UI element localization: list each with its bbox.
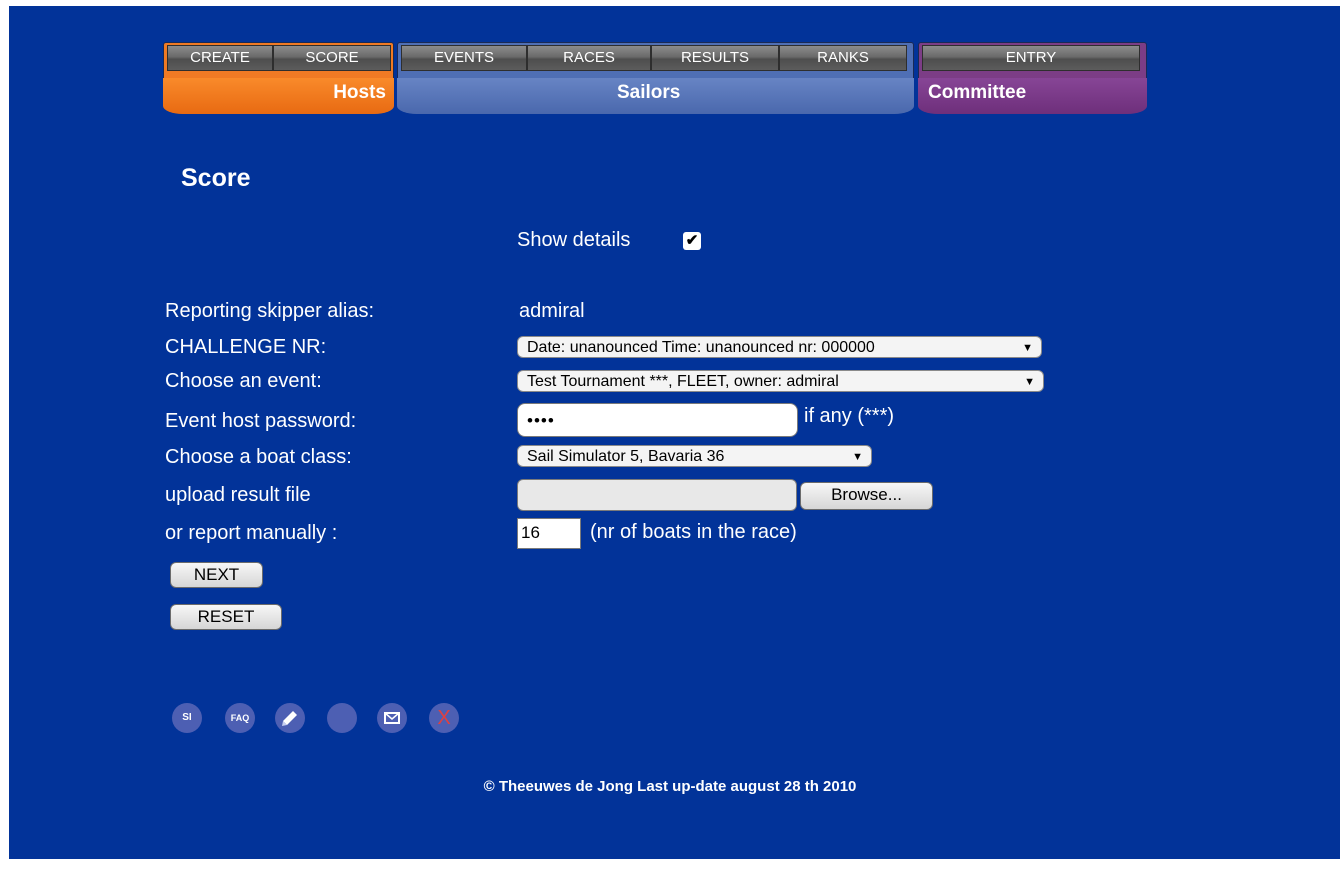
edit-icon[interactable] — [275, 703, 305, 733]
footer-copyright: © Theeuwes de Jong Last up-date august 2… — [483, 778, 857, 795]
upload-file-field[interactable] — [517, 479, 797, 511]
blank-icon[interactable] — [327, 703, 357, 733]
chevron-down-icon: ▼ — [1022, 342, 1033, 354]
challenge-select-value: Date: unanounced Time: unanounced nr: 00… — [527, 339, 875, 356]
next-button[interactable]: NEXT — [170, 562, 263, 588]
tab-results[interactable]: RESULTS — [651, 45, 779, 71]
browse-button[interactable]: Browse... — [800, 482, 933, 510]
boat-class-select[interactable]: Sail Simulator 5, Bavaria 36 ▼ — [517, 445, 872, 467]
reset-button[interactable]: RESET — [170, 604, 282, 630]
password-field[interactable]: •••• — [517, 403, 798, 437]
skipper-label: Reporting skipper alias: — [165, 300, 374, 322]
close-icon[interactable]: X — [429, 703, 459, 733]
mail-icon-svg — [384, 712, 400, 724]
page-title: Score — [181, 164, 251, 192]
skipper-value: admiral — [519, 300, 585, 322]
manual-hint: (nr of boats in the race) — [590, 521, 797, 543]
nav-label-sailors[interactable]: Sailors — [617, 82, 680, 104]
upload-label: upload result file — [165, 484, 311, 506]
event-label: Choose an event: — [165, 370, 322, 392]
tab-ranks[interactable]: RANKS — [779, 45, 907, 71]
faq-icon[interactable]: FAQ — [225, 703, 255, 733]
boat-class-label: Choose a boat class: — [165, 446, 352, 468]
boat-class-select-value: Sail Simulator 5, Bavaria 36 — [527, 448, 725, 465]
si-icon[interactable]: SI — [172, 703, 202, 733]
nav-label-hosts[interactable]: Hosts — [333, 82, 386, 104]
show-details-checkbox[interactable]: ✔ — [683, 232, 701, 250]
nav-group-hosts: CREATE SCORE Hosts — [163, 42, 394, 116]
tab-races[interactable]: RACES — [527, 45, 651, 71]
event-select[interactable]: Test Tournament ***, FLEET, owner: admir… — [517, 370, 1044, 392]
tab-score[interactable]: SCORE — [273, 45, 391, 71]
tab-events[interactable]: EVENTS — [401, 45, 527, 71]
password-hint: if any (***) — [804, 405, 895, 427]
boat-count-field[interactable]: 16 — [517, 518, 581, 549]
edit-icon-svg — [282, 711, 297, 726]
challenge-select[interactable]: Date: unanounced Time: unanounced nr: 00… — [517, 336, 1042, 358]
event-select-value: Test Tournament ***, FLEET, owner: admir… — [527, 373, 839, 390]
tab-entry[interactable]: ENTRY — [922, 45, 1140, 71]
challenge-label: CHALLENGE NR: — [165, 336, 327, 358]
nav-group-committee: ENTRY Committee — [918, 42, 1147, 116]
mail-icon[interactable] — [377, 703, 407, 733]
nav-group-sailors: EVENTS RACES RESULTS RANKS Sailors — [397, 42, 914, 116]
manual-label: or report manually : — [165, 522, 338, 544]
nav-label-committee[interactable]: Committee — [928, 82, 1026, 104]
tab-create[interactable]: CREATE — [167, 45, 273, 71]
chevron-down-icon: ▼ — [1024, 376, 1035, 388]
chevron-down-icon: ▼ — [852, 451, 863, 463]
password-label: Event host password: — [165, 410, 357, 432]
show-details-label: Show details — [517, 229, 631, 251]
